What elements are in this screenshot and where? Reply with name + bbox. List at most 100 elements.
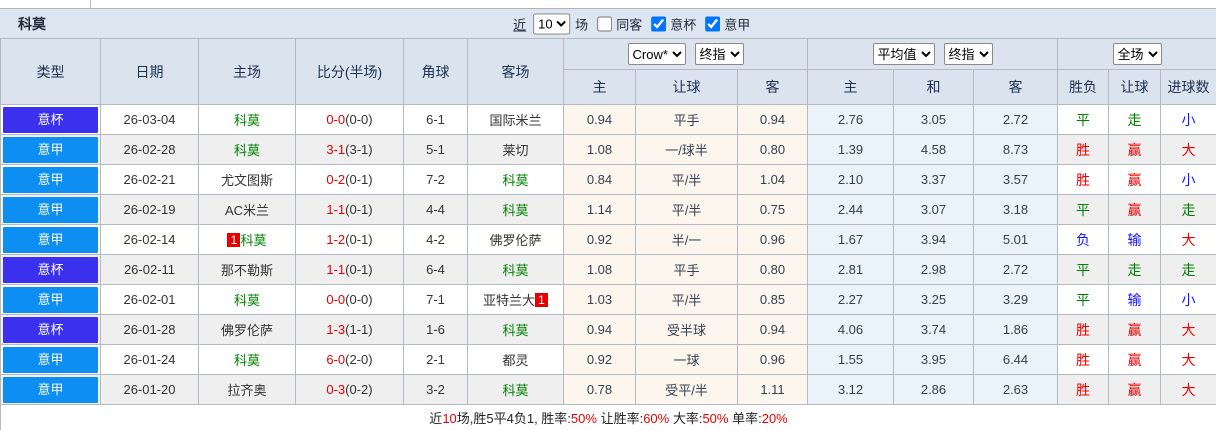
competition-badge: 意杯 [3, 316, 98, 343]
games-count-select[interactable]: 10 [533, 13, 571, 34]
col-header-wdl: 胜负 [1057, 69, 1110, 105]
team-name: 佛罗伦萨 [489, 233, 542, 248]
handicap-result-cell: 赢 [1108, 164, 1162, 195]
summary-segment: 让胜率: [596, 411, 644, 426]
euro-draw-odds-cell: 2.86 [893, 374, 974, 405]
goals-result: 走 [1181, 201, 1196, 218]
asia-handicap-cell: 平/半 [635, 284, 738, 315]
asia-away-odds-cell: 1.11 [737, 374, 808, 405]
cup-checkbox[interactable] [651, 16, 667, 31]
home-team-cell: 佛罗伦萨 [198, 314, 296, 345]
summary-segment: 20% [761, 411, 788, 426]
col-header-handicap-result: 让球 [1108, 69, 1162, 105]
asia-odds-group-header: Crow* 终指 [563, 38, 808, 70]
goals-result: 大 [1181, 141, 1196, 158]
euro-home-odds-cell: 1.67 [807, 224, 894, 255]
euro-away-odds-cell: 6.44 [972, 344, 1059, 375]
team-name: 佛罗伦萨 [220, 323, 273, 338]
asia-away-odds-cell: 0.96 [737, 224, 808, 255]
same-away-checkbox[interactable] [597, 16, 613, 31]
competition-badge: 意甲 [3, 376, 98, 403]
euro-away-odds-cell: 5.01 [972, 224, 1059, 255]
euro-away-odds-cell: 2.72 [972, 254, 1059, 285]
goals-result-cell: 小 [1160, 104, 1216, 135]
away-team-cell: 国际米兰 [467, 104, 564, 135]
halftime-score: (0-1) [345, 172, 373, 187]
scope-select[interactable]: 全场 [1112, 43, 1162, 65]
team-name: 科莫 [502, 383, 529, 398]
handicap-result-cell: 走 [1108, 104, 1162, 135]
team-name: 科莫 [502, 323, 529, 338]
goals-result-cell: 大 [1160, 374, 1216, 405]
away-team-cell: 莱切 [467, 134, 564, 165]
league-checkbox[interactable] [705, 16, 721, 31]
score-cell: 0-0(0-0) [295, 104, 404, 135]
cup-label[interactable]: 意杯 [670, 14, 696, 33]
col-header-corner: 角球 [403, 38, 468, 105]
team-name: 拉齐奥 [227, 383, 267, 398]
halftime-score: (2-0) [345, 352, 373, 367]
euro-home-odds-cell: 3.12 [807, 374, 894, 405]
goals-result-cell: 小 [1160, 284, 1216, 315]
match-history-table: 类型 日期 主场 比分(半场) 角球 客场 Crow* 终指 平均值 终指 全场… [0, 38, 1216, 430]
handicap-result: 输 [1127, 231, 1142, 248]
asia-home-odds-cell: 0.78 [563, 374, 636, 405]
red-card-badge: 1 [535, 293, 548, 307]
wdl-result: 平 [1076, 291, 1091, 308]
euro-draw-odds-cell: 3.07 [893, 194, 974, 225]
match-type-cell: 意甲 [0, 284, 101, 315]
handicap-result-cell: 赢 [1108, 344, 1162, 375]
handicap-result-cell: 赢 [1108, 194, 1162, 225]
same-away-label[interactable]: 同客 [616, 14, 642, 33]
near-label[interactable]: 近 [513, 14, 526, 33]
away-team-cell: 科莫 [467, 254, 564, 285]
competition-badge: 意甲 [3, 346, 98, 373]
euro-away-odds-cell: 2.63 [972, 374, 1059, 405]
col-header-home: 主场 [198, 38, 296, 105]
table-row: 意甲 26-02-28 科莫 3-1(3-1) 5-1 莱切 1.08 一/球半 0.80 1.3… [0, 134, 1216, 165]
wdl-result-cell: 胜 [1057, 134, 1110, 165]
filter-controls: 近 10 场 同客 意杯 意甲 [513, 13, 750, 34]
score-cell: 1-1(0-1) [295, 254, 404, 285]
team-name: 科莫 [502, 203, 529, 218]
score-cell: 1-2(0-1) [295, 224, 404, 255]
odds-time-select[interactable]: 终指 [694, 43, 744, 65]
asia-handicap-cell: 受平/半 [635, 374, 738, 405]
competition-badge: 意甲 [3, 196, 98, 223]
league-label[interactable]: 意甲 [724, 14, 750, 33]
euro-home-odds-cell: 2.44 [807, 194, 894, 225]
corner-cell: 5-1 [403, 134, 468, 165]
odds-source-select[interactable]: Crow* [627, 43, 686, 65]
score-cell: 3-1(3-1) [295, 134, 404, 165]
date-cell: 26-02-19 [100, 194, 199, 225]
match-type-cell: 意甲 [0, 134, 101, 165]
goals-result-cell: 大 [1160, 224, 1216, 255]
table-row: 意杯 26-01-28 佛罗伦萨 1-3(1-1) 1-6 科莫 0.94 受半球 0.94 4.… [0, 314, 1216, 345]
asia-away-odds-cell: 0.85 [737, 284, 808, 315]
euro-draw-odds-cell: 3.37 [893, 164, 974, 195]
score-cell: 0-2(0-1) [295, 164, 404, 195]
euro-time-select[interactable]: 终指 [943, 43, 993, 65]
col-header-asia-handicap: 让球 [635, 69, 738, 105]
asia-handicap-cell: 平手 [635, 254, 738, 285]
handicap-result: 赢 [1127, 351, 1142, 368]
match-type-cell: 意甲 [0, 374, 101, 405]
euro-home-odds-cell: 2.27 [807, 284, 894, 315]
home-team-cell: 科莫 [198, 284, 296, 315]
team-name: 莱切 [502, 143, 529, 158]
result-group-header: 全场 [1057, 38, 1216, 70]
euro-source-select[interactable]: 平均值 [872, 43, 935, 65]
home-team-cell: 1 科莫 [198, 224, 296, 255]
table-row: 意甲 26-02-01 科莫 0-0(0-0) 7-1 亚特兰大 1 1.03 平/半 0.85 2… [0, 284, 1216, 315]
score-cell: 1-1(0-1) [295, 194, 404, 225]
goals-result: 大 [1181, 321, 1196, 338]
wdl-result-cell: 平 [1057, 194, 1110, 225]
euro-draw-odds-cell: 3.95 [893, 344, 974, 375]
competition-badge: 意甲 [3, 286, 98, 313]
goals-result: 大 [1181, 231, 1196, 248]
asia-handicap-cell: 平/半 [635, 164, 738, 195]
home-team-cell: 那不勒斯 [198, 254, 296, 285]
home-team-cell: 科莫 [198, 104, 296, 135]
fulltime-score: 0-0 [326, 292, 346, 307]
date-cell: 26-02-21 [100, 164, 199, 195]
